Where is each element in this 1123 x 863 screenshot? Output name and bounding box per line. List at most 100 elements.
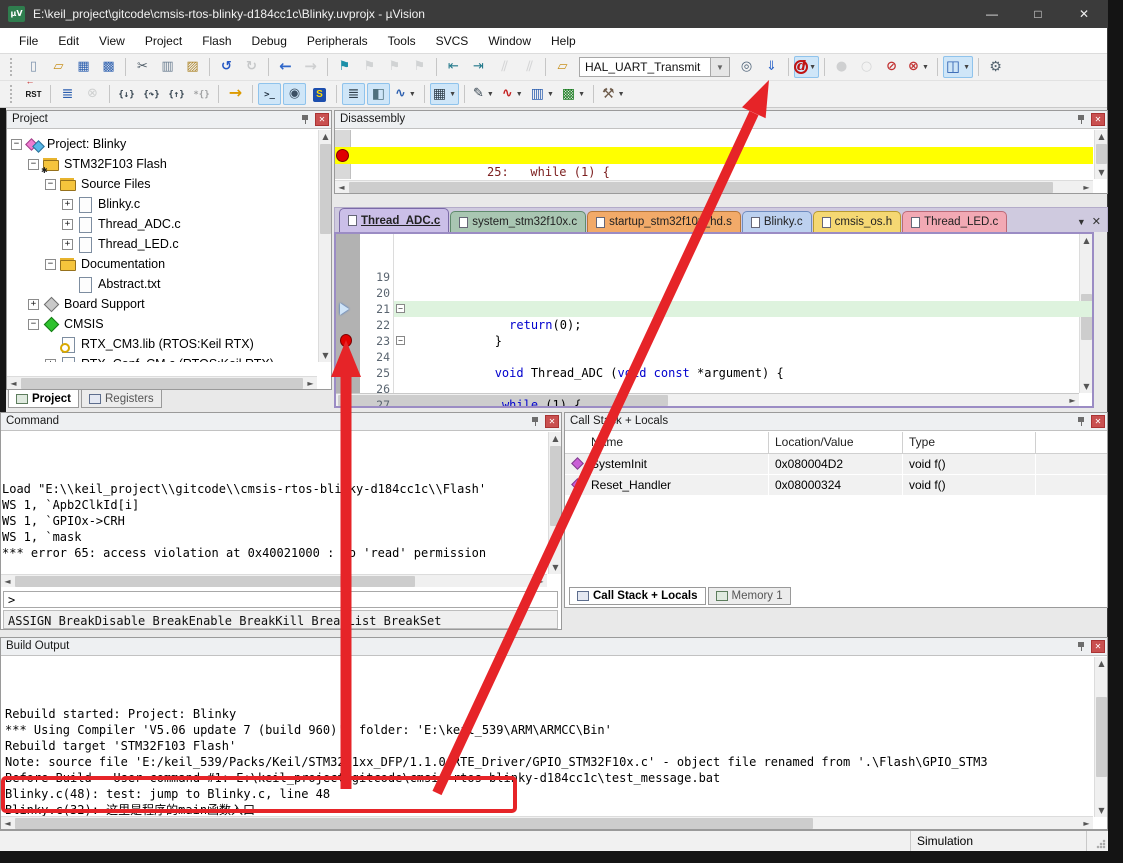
resize-grip[interactable] [1096, 839, 1106, 849]
disassembly-line[interactable]: 36: } [335, 164, 1093, 179]
build-output-line[interactable]: Note: source file 'E:/keil_539/Packs/Kei… [2, 754, 1093, 770]
toolbar-button[interactable]: ▼ [156, 56, 179, 78]
toolbar-button[interactable]: ▼ [206, 56, 213, 78]
code-line[interactable]: 23 − void Thread_ADC (void const *argume… [336, 301, 1092, 317]
fold-toggle-icon[interactable] [396, 368, 405, 377]
close-panel-icon[interactable] [1091, 415, 1105, 428]
tree-item[interactable]: − Source Files [7, 174, 317, 194]
code-line[interactable]: 24 [336, 317, 1092, 333]
toolbar-button[interactable]: ▼ [467, 56, 490, 78]
command-vscrollbar[interactable]: ▲▼ [548, 432, 561, 574]
editor-tab[interactable]: cmsis_os.h [813, 211, 902, 232]
toolbar-button[interactable]: ▼ [308, 83, 331, 105]
pin-icon[interactable] [299, 113, 312, 126]
column-header[interactable]: Name [565, 432, 769, 454]
toolbar-button[interactable]: ▼ [880, 56, 903, 78]
toolbar-button[interactable]: ▼ [224, 83, 247, 105]
toolbar-button[interactable]: ▼ [735, 56, 758, 78]
toolbar-button[interactable]: ▼ [470, 83, 497, 105]
toolbar-button[interactable]: ▼ [830, 56, 853, 78]
code-line[interactable]: 21 } [336, 269, 1092, 285]
toolbar-button[interactable]: ▼ [392, 83, 419, 105]
tree-item[interactable]: RTX_CM3.lib (RTOS:Keil RTX) [7, 334, 317, 354]
toolbar-button[interactable]: ▼ [984, 56, 1007, 78]
menu-item[interactable]: Edit [49, 31, 88, 51]
toolbar-button[interactable]: ▼ [421, 83, 428, 105]
toolbar-button[interactable]: ▼ [22, 56, 45, 78]
tree-item[interactable]: + Board Support [7, 294, 317, 314]
function-search-combo[interactable]: HAL_UART_Transmit ▼ [579, 57, 730, 77]
toolbar-button[interactable]: ▼ [165, 83, 188, 105]
toolbar-button[interactable]: ▼ [299, 56, 322, 78]
tree-item[interactable]: − CMSIS [7, 314, 317, 334]
editor-tab[interactable]: startup_stm32f10x_hd.s [587, 211, 741, 232]
toolbar-button[interactable]: ▼ [408, 56, 431, 78]
toolbar-button[interactable]: ▼ [72, 56, 95, 78]
toolbar-button[interactable]: ▼ [258, 83, 281, 105]
toolbar-button[interactable]: ▼ [433, 56, 440, 78]
toolbar-grip[interactable] [10, 58, 15, 76]
toolbar-button[interactable]: ▼ [56, 83, 79, 105]
toolbar-button[interactable]: ▼ [934, 56, 941, 78]
toolbar-button[interactable]: ▼ [559, 83, 588, 105]
toolbar-button[interactable]: ▼ [430, 83, 459, 105]
tree-expander[interactable]: − [11, 139, 22, 150]
tree-item[interactable]: Abstract.txt [7, 274, 317, 294]
callstack-row[interactable]: Reset_Handler 0x08000324 void f() [565, 475, 1107, 496]
code-line[interactable]: 19 [336, 237, 1092, 253]
toolbar-button[interactable]: ▼ [131, 56, 154, 78]
fold-toggle-icon[interactable] [396, 384, 405, 393]
toolbar-button[interactable]: ▼ [106, 83, 113, 105]
code-line[interactable]: 25 − while (1) { [336, 333, 1092, 349]
toolbar-button[interactable]: ▼ [590, 83, 597, 105]
tree-item[interactable]: − STM32F103 Flash [7, 154, 317, 174]
close-button[interactable]: ✕ [1061, 0, 1107, 28]
menu-item[interactable]: View [90, 31, 134, 51]
project-hscrollbar[interactable]: ◄► [7, 376, 317, 389]
toolbar-button[interactable]: ▼ [215, 83, 222, 105]
tree-expander[interactable]: + [62, 239, 73, 250]
toolbar-button[interactable]: ▼ [975, 56, 982, 78]
menu-item[interactable]: File [10, 31, 47, 51]
toolbar-button[interactable]: ▼ [265, 56, 272, 78]
editor-tab[interactable]: Thread_ADC.c [339, 208, 449, 232]
tree-expander[interactable]: − [28, 159, 39, 170]
toolbar-button[interactable]: ▼ [342, 83, 365, 105]
toolbar-button[interactable]: ▼ [905, 56, 932, 78]
editor-tab[interactable]: system_stm32f10x.c [450, 211, 586, 232]
close-panel-icon[interactable] [545, 415, 559, 428]
dock-tab[interactable]: Memory 1 [708, 587, 791, 605]
fold-toggle-icon[interactable] [396, 320, 405, 329]
menu-item[interactable]: Debug [243, 31, 296, 51]
code-editor[interactable]: 19 20 return(0); [334, 232, 1094, 408]
menu-item[interactable]: Help [542, 31, 585, 51]
maximize-button[interactable]: □ [1015, 0, 1061, 28]
toolbar-button[interactable]: ▼ [542, 56, 549, 78]
build-output-line[interactable]: Rebuild target 'STM32F103 Flash' [2, 738, 1093, 754]
toolbar-button[interactable]: ▼ [215, 56, 238, 78]
gutter-marker-icon[interactable] [340, 334, 352, 347]
build-output-line[interactable]: Rebuild started: Project: Blinky [2, 706, 1093, 722]
disassembly-hscrollbar[interactable]: ◄► [335, 180, 1093, 193]
code-line[interactable]: 20 return(0); [336, 253, 1092, 269]
tree-item[interactable]: − Project: Blinky [7, 134, 317, 154]
menu-item[interactable]: Project [136, 31, 191, 51]
menu-item[interactable]: Flash [193, 31, 240, 51]
toolbar-button[interactable]: ▼ [115, 83, 138, 105]
tree-item[interactable]: + Thread_ADC.c [7, 214, 317, 234]
pin-icon[interactable] [1075, 113, 1088, 126]
disassembly-view[interactable]: 25: while (1) { 0x0800051C E7FE B 0x0800… [335, 130, 1093, 179]
toolbar-button[interactable]: ▼ [181, 56, 204, 78]
tree-item[interactable]: + Thread_LED.c [7, 234, 317, 254]
close-panel-icon[interactable] [1091, 640, 1105, 653]
toolbar-button[interactable]: ▼ [821, 56, 828, 78]
toolbar-grip[interactable] [10, 85, 15, 103]
toolbar-button[interactable]: ▼ [551, 56, 574, 78]
editor-tab[interactable]: Thread_LED.c [902, 211, 1007, 232]
tree-item[interactable]: + Blinky.c [7, 194, 317, 214]
toolbar-button[interactable]: ▼ [122, 56, 129, 78]
build-output-line[interactable]: Blinky.c(48): test: jump to Blinky.c, li… [2, 786, 1093, 802]
function-search-value[interactable]: HAL_UART_Transmit [579, 57, 711, 77]
toolbar-button[interactable]: ▼ [492, 56, 515, 78]
column-header[interactable]: Location/Value [769, 432, 903, 454]
